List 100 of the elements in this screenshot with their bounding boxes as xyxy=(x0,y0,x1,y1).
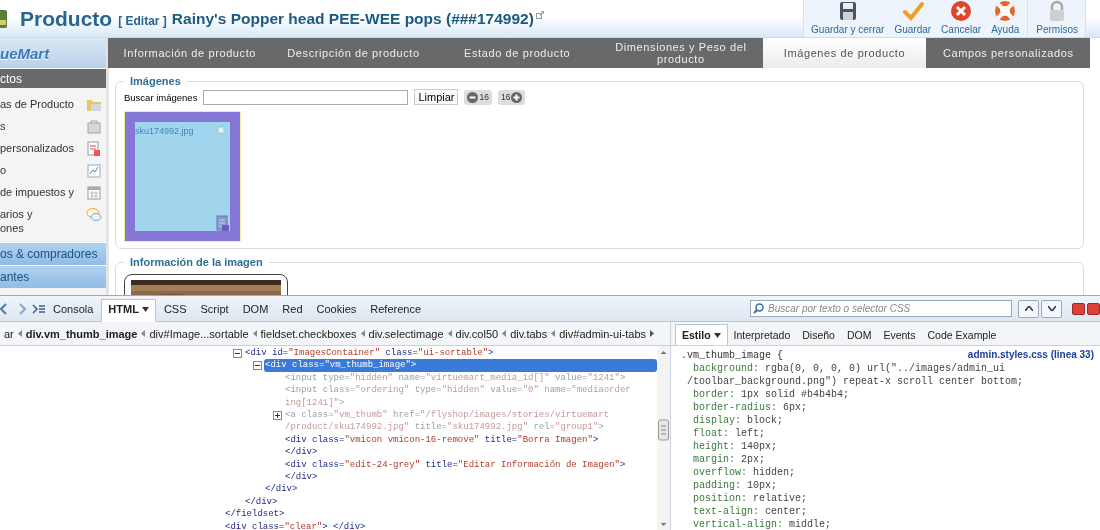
product-name: Rainy's Popper head PEE-WEE pops (###174992) xyxy=(171,9,534,28)
side-panel-tab[interactable]: Events xyxy=(877,325,922,345)
breadcrumb[interactable]: div.selectimage xyxy=(364,327,448,340)
css-property: margin: 2px; xyxy=(692,453,767,466)
breadcrumb[interactable]: div.col50 xyxy=(451,327,503,340)
code-line[interactable]: </div> xyxy=(264,483,657,496)
panel-tab[interactable]: Reference xyxy=(364,299,428,318)
side-panel-tab[interactable]: Diseño xyxy=(796,325,841,345)
collapse-icon[interactable] xyxy=(253,361,262,371)
tab[interactable]: Campos personalizados xyxy=(926,38,1091,68)
chevron-icon xyxy=(360,330,365,337)
sidebar-item[interactable]: personalizados xyxy=(0,141,74,155)
expand-icon[interactable] xyxy=(273,410,282,420)
panel-tab[interactable]: Cookies xyxy=(310,299,363,318)
toolbar-button[interactable]: Guardar y cerrar xyxy=(806,0,890,37)
code-line[interactable]: </div> xyxy=(284,471,657,484)
source-link[interactable]: admin.styles.css (linea 33) xyxy=(967,349,1094,362)
panel-tab[interactable]: Red xyxy=(276,299,309,318)
tab[interactable]: Información de producto xyxy=(108,38,272,68)
side-panel-tab[interactable]: Estilo xyxy=(675,324,728,345)
side-panel-tab[interactable]: Interpretado xyxy=(727,325,797,345)
code-line[interactable]: <div class="clear"> </div> xyxy=(224,520,657,530)
document-icon xyxy=(86,141,102,157)
search-field[interactable] xyxy=(203,89,409,105)
chevron-icon xyxy=(141,330,146,337)
close-button[interactable] xyxy=(1087,302,1100,315)
sidebar-section[interactable]: os & compradores xyxy=(0,242,106,265)
checkmark-icon xyxy=(901,0,924,22)
panel-tab[interactable]: Script xyxy=(194,299,235,318)
panel-tab[interactable]: DOM xyxy=(236,299,275,318)
toolbar-button[interactable]: Permisos xyxy=(1027,0,1083,37)
previous-button[interactable] xyxy=(1018,299,1039,318)
chart-icon xyxy=(86,163,102,179)
file-name: sku174992.jpg xyxy=(135,126,194,136)
sidebar-item[interactable]: s xyxy=(0,119,6,133)
panel-tab[interactable]: CSS xyxy=(157,299,193,318)
scrollbar[interactable] xyxy=(657,346,670,530)
breadcrumb[interactable]: fieldset.checkboxes xyxy=(256,327,361,340)
command-line-icon[interactable] xyxy=(32,302,46,315)
side-panel-tab[interactable]: Code Example xyxy=(921,325,1003,345)
code-line[interactable]: </div> xyxy=(284,446,657,459)
sidebar-section[interactable]: ctos xyxy=(0,68,106,88)
chevron-icon xyxy=(447,330,452,337)
zoom-in-button[interactable]: 16 xyxy=(497,89,526,105)
panel-tab[interactable]: HTML xyxy=(101,299,156,322)
logo: ueMart xyxy=(0,38,106,68)
css-property: text-align: center; xyxy=(692,505,809,518)
css-property: float: left; xyxy=(692,427,767,440)
tab[interactable]: Imágenes de producto xyxy=(762,38,927,68)
collapse-icon[interactable] xyxy=(233,348,242,358)
toolbar-button[interactable]: Ayuda xyxy=(986,0,1025,37)
folder-icon xyxy=(86,97,102,113)
app-icon xyxy=(0,7,8,30)
caret-up-icon xyxy=(1024,306,1033,311)
sidebar-section[interactable]: antes xyxy=(0,265,106,288)
next-button[interactable] xyxy=(1041,299,1062,318)
code-line[interactable]: <div class="edit-24-grey" title="Editar Información de Imagen"> xyxy=(284,458,657,472)
sidebar-item[interactable]: de impuestos y xyxy=(0,185,74,199)
zoom-out-button[interactable]: 16 xyxy=(464,89,492,105)
chevron-icon xyxy=(252,330,257,337)
css-selector: .vm_thumb_image { xyxy=(681,349,784,362)
minimize-button[interactable] xyxy=(1072,302,1085,315)
toolbar-button[interactable]: Guardar xyxy=(889,0,937,37)
scroll-right-icon[interactable] xyxy=(650,330,655,337)
breadcrumb[interactable]: ar xyxy=(0,327,18,340)
section-title: Información de la imagen xyxy=(129,256,264,268)
chevron-icon xyxy=(551,330,556,337)
breadcrumb[interactable]: div.vm_thumb_image xyxy=(21,327,142,340)
code-line[interactable]: <div id="ImagesContainer" class="ui-sortable"> xyxy=(244,347,657,360)
back-icon[interactable] xyxy=(0,302,8,315)
breadcrumb[interactable]: div#Image...sortable xyxy=(145,327,253,340)
breadcrumb[interactable]: div#admin-ui-tabs xyxy=(555,327,651,340)
clear-button[interactable]: Limpiar xyxy=(414,89,459,105)
box-icon xyxy=(86,119,102,135)
toolbar-button[interactable]: Cancelar xyxy=(936,0,987,37)
field-label: Buscar imágenes xyxy=(124,91,198,103)
sidebar-item[interactable]: as de Producto xyxy=(0,97,74,111)
sidebar-item[interactable]: arios y ones xyxy=(0,207,33,235)
code-line[interactable]: </fieldset> xyxy=(224,508,657,521)
cancel-icon xyxy=(950,0,973,22)
css-property: padding: 10px; xyxy=(692,479,779,492)
css-property: background: rgba(0, 0, 0, 0) url("../images/admin_ui xyxy=(692,362,1007,375)
code-line[interactable]: </div> xyxy=(244,495,657,509)
external-link-icon[interactable] xyxy=(535,10,544,19)
css-property: /toolbar_background.png") repeat-x scroll center bottom; xyxy=(686,375,1025,388)
edit-icon[interactable] xyxy=(216,215,229,231)
lifebuoy-icon xyxy=(994,0,1017,22)
code-line[interactable]: <div class="vmicon vmicon-16-remove" title="Borra Imagen"> xyxy=(284,433,657,447)
tab[interactable]: Descripción de producto xyxy=(271,38,436,68)
search-field[interactable]: Buscar por texto o selector CSS xyxy=(750,300,1012,317)
caret-down-icon xyxy=(1047,306,1056,311)
side-panel-tab[interactable]: DOM xyxy=(840,325,878,345)
panel-tab[interactable]: Consola xyxy=(47,299,100,318)
breadcrumb[interactable]: div.tabs xyxy=(506,327,552,340)
chevron-icon xyxy=(502,330,507,337)
sidebar-item[interactable]: o xyxy=(0,163,7,177)
chevron-icon xyxy=(17,330,22,337)
tab[interactable]: Estado de producto xyxy=(435,38,599,68)
tab[interactable]: Dimensiones y Peso del producto xyxy=(599,38,763,68)
css-property: position: relative; xyxy=(692,492,809,505)
